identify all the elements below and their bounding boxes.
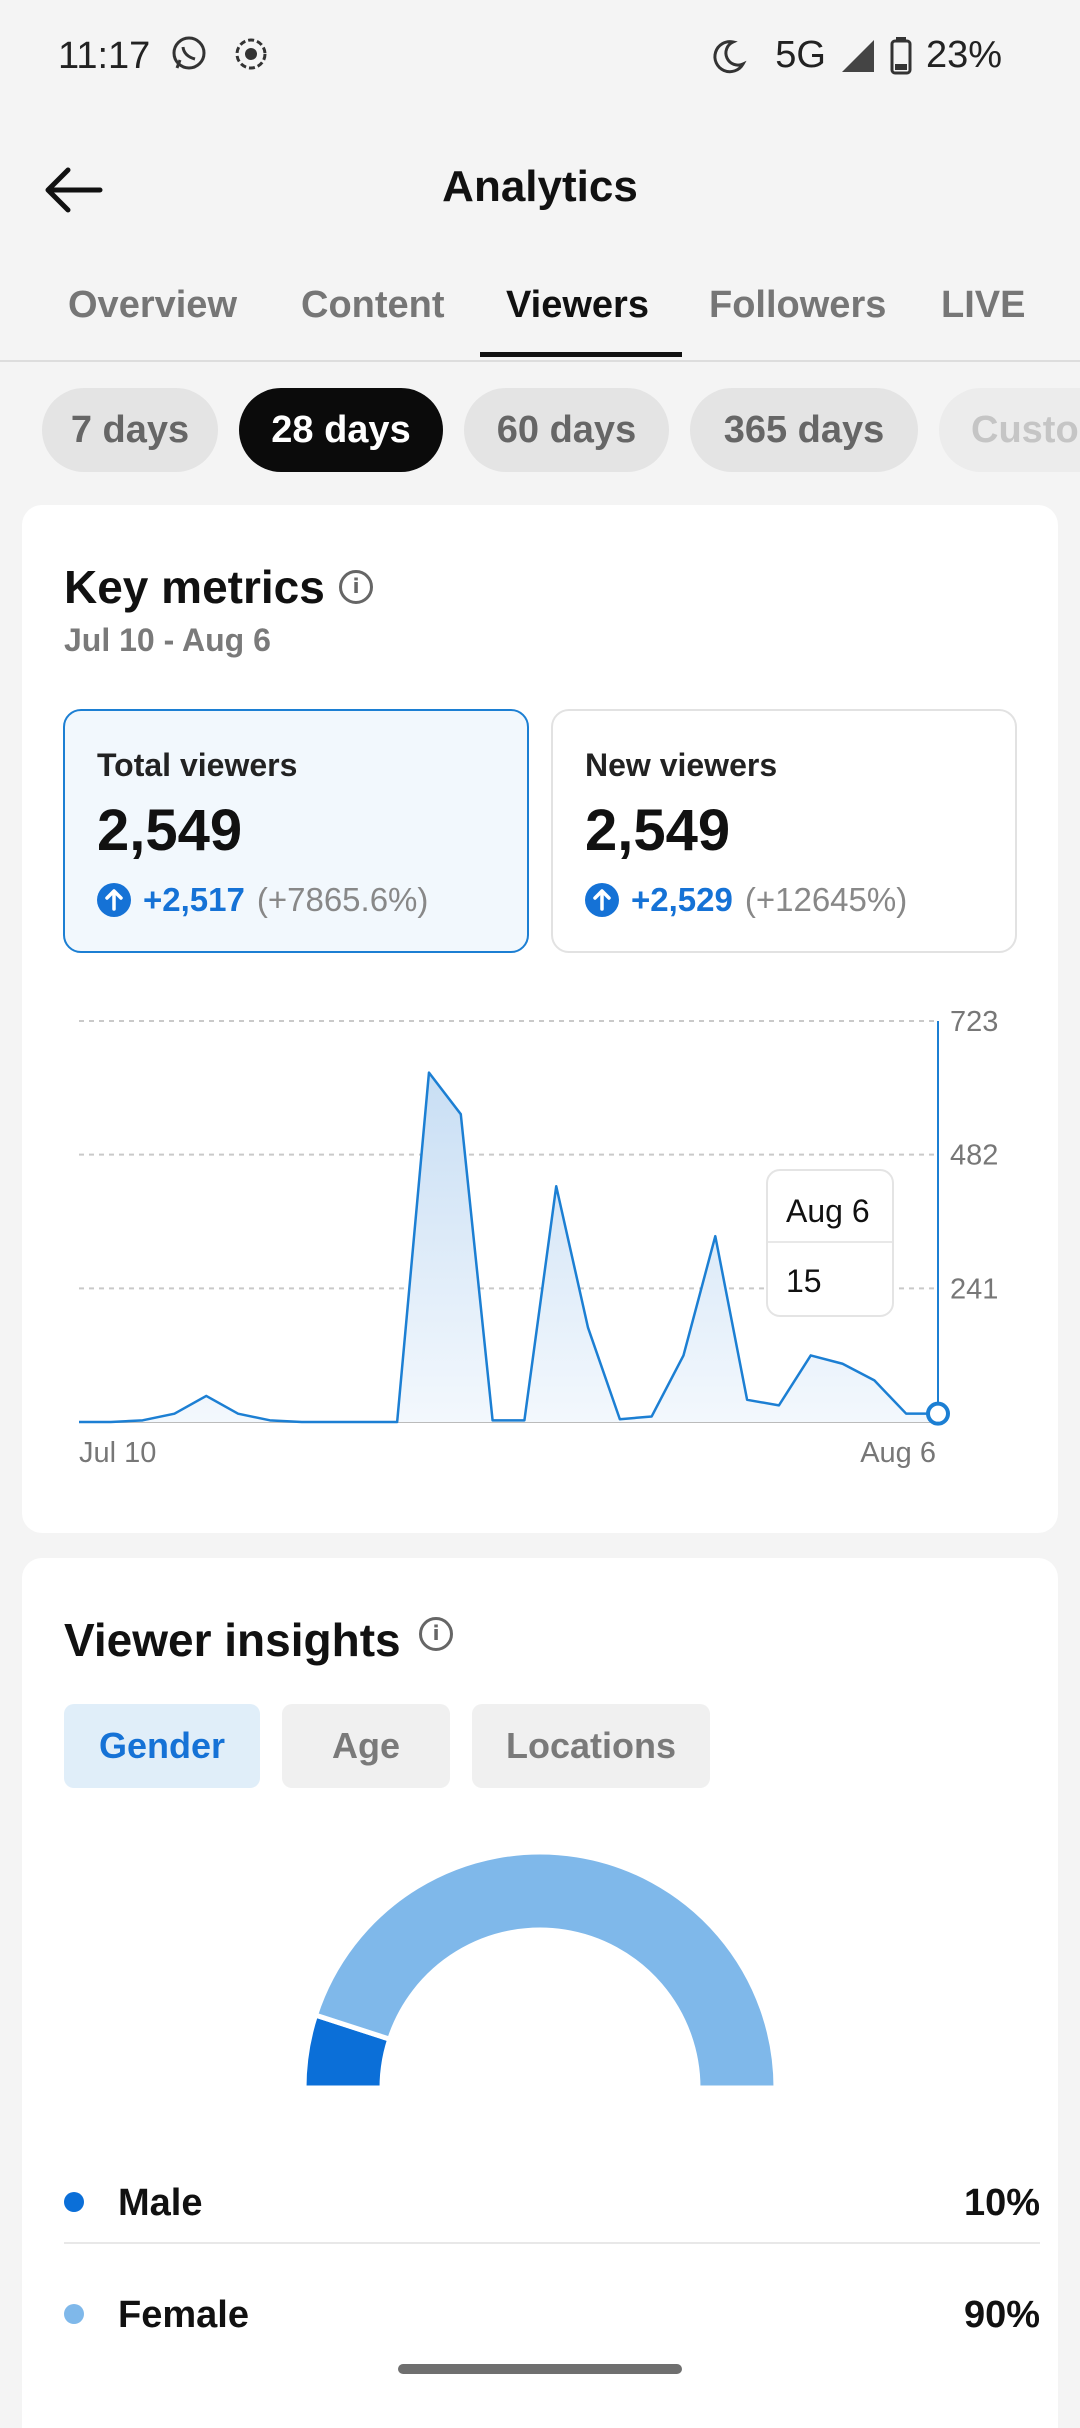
viewer-insights-info-icon[interactable] (419, 1617, 453, 1651)
tab-scroll-fade (1030, 258, 1080, 358)
y-tick-label: 482 (950, 1140, 998, 1172)
whatsapp-icon (172, 36, 206, 70)
legend-percent: 90% (963, 2294, 1040, 2336)
legend-row-female: Female 90% (64, 2260, 1040, 2370)
legend-dot-female (64, 2304, 84, 2324)
status-time-group: 11:17 (58, 34, 271, 78)
tab-live[interactable]: LIVE (941, 284, 1025, 327)
tab-followers[interactable]: Followers (709, 284, 886, 327)
tab-content[interactable]: Content (301, 284, 445, 327)
gender-half-donut-chart (301, 1849, 779, 2091)
status-time: 11:17 (58, 35, 151, 77)
x-tick-label-start: Jul 10 (79, 1437, 156, 1469)
range-chip-365-days[interactable]: 365 days (690, 388, 918, 472)
legend-divider (64, 2242, 1040, 2244)
tab-viewers[interactable]: Viewers (506, 284, 649, 327)
viewer-insights-title: Viewer insights (64, 1614, 401, 1666)
legend-label: Male (118, 2182, 203, 2224)
selected-point (926, 1401, 950, 1426)
tooltip-value: 15 (786, 1263, 822, 1299)
status-right-group: 5G 23% (709, 34, 1002, 77)
date-range-chips: 7 days 28 days 60 days 365 days Custom (0, 388, 1080, 474)
range-chip-60-days[interactable]: 60 days (464, 388, 669, 472)
viewers-line-chart[interactable]: 241 482 723 Jul 10 Aug 6 (22, 505, 1058, 1533)
y-tick-label: 723 (950, 1006, 998, 1038)
app-header: Analytics (0, 118, 1080, 258)
page-title: Analytics (442, 162, 638, 211)
signal-icon (841, 39, 874, 72)
x-tick-label-end: Aug 6 (860, 1437, 936, 1469)
network-type: 5G (775, 34, 826, 76)
tooltip-divider (768, 1241, 892, 1243)
range-chip-custom[interactable]: Custom (939, 388, 1080, 472)
insight-tab-locations[interactable]: Locations (472, 1704, 710, 1788)
screen-record-icon (235, 38, 267, 70)
insight-tab-age[interactable]: Age (282, 1704, 450, 1788)
legend-percent: 10% (963, 2182, 1040, 2224)
battery-icon (890, 36, 912, 74)
legend-label: Female (118, 2294, 249, 2336)
range-chip-7-days[interactable]: 7 days (42, 388, 218, 472)
home-indicator[interactable] (398, 2364, 682, 2374)
do-not-disturb-moon-icon (713, 39, 747, 73)
tooltip-date: Aug 6 (786, 1193, 870, 1229)
tab-active-indicator (480, 352, 682, 357)
key-metrics-card: Key metrics Jul 10 - Aug 6 Total viewers… (22, 505, 1058, 1533)
viewer-insights-card: Viewer insights Gender Age Locations Mal… (22, 1558, 1058, 2428)
battery-percent: 23% (925, 34, 1002, 76)
legend-dot-male (64, 2192, 84, 2212)
chart-tooltip: Aug 6 15 (766, 1169, 894, 1317)
range-chip-28-days[interactable]: 28 days (239, 388, 443, 472)
y-tick-label: 241 (950, 1273, 998, 1305)
analytics-tabs: Overview Content Viewers Followers LIVE (0, 258, 1080, 362)
tab-overview[interactable]: Overview (68, 284, 237, 327)
insight-tab-gender[interactable]: Gender (64, 1704, 260, 1788)
status-bar: 11:17 5G 23% (0, 0, 1080, 118)
